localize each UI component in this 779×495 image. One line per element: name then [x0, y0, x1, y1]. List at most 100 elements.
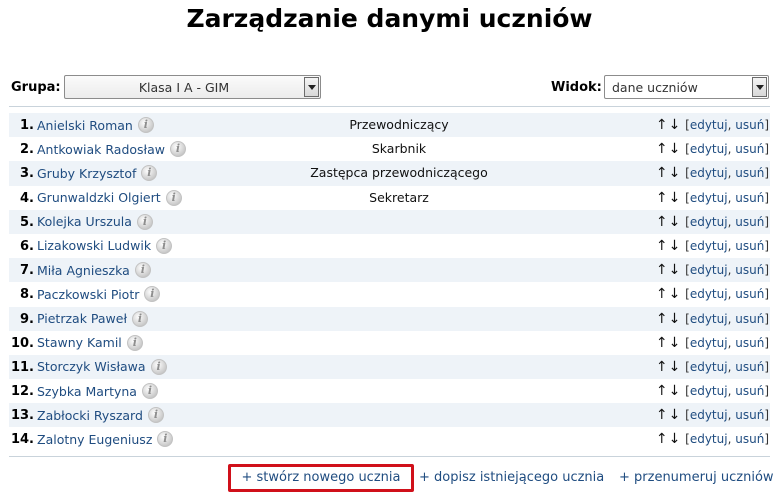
move-down-icon[interactable]: ↓: [669, 117, 681, 133]
student-name-link[interactable]: Kolejka Urszula: [37, 214, 132, 229]
edit-link[interactable]: edytuj: [690, 287, 728, 301]
student-name-link[interactable]: Zalotny Eugeniusz: [37, 432, 152, 447]
move-down-icon[interactable]: ↓: [669, 311, 681, 327]
move-up-icon[interactable]: ↑: [656, 214, 668, 230]
delete-link[interactable]: usuń: [735, 336, 764, 350]
student-name-link[interactable]: Antkowiak Radosław: [37, 142, 165, 157]
info-icon[interactable]: i: [126, 334, 143, 351]
student-name-link[interactable]: Miła Agnieszka: [37, 263, 130, 278]
move-up-icon[interactable]: ↑: [656, 311, 668, 327]
move-up-icon[interactable]: ↑: [656, 335, 668, 351]
info-icon[interactable]: i: [136, 213, 153, 230]
move-down-icon[interactable]: ↓: [669, 141, 681, 157]
student-name-link[interactable]: Szybka Martyna: [37, 384, 137, 399]
move-down-icon[interactable]: ↓: [669, 238, 681, 254]
attach-student-link[interactable]: + dopisz istniejącego ucznia: [419, 470, 604, 485]
delete-link[interactable]: usuń: [735, 166, 764, 180]
move-down-icon[interactable]: ↓: [669, 431, 681, 447]
info-icon[interactable]: i: [147, 407, 164, 424]
move-down-icon[interactable]: ↓: [669, 190, 681, 206]
move-up-icon[interactable]: ↑: [656, 262, 668, 278]
move-up-icon[interactable]: ↑: [656, 359, 668, 375]
student-name-wrap: Antkowiak Radosław i: [37, 141, 186, 158]
student-name-link[interactable]: Stawny Kamil: [37, 335, 122, 350]
delete-link[interactable]: usuń: [735, 263, 764, 277]
move-up-icon[interactable]: ↑: [656, 431, 668, 447]
move-up-icon[interactable]: ↑: [656, 383, 668, 399]
delete-link[interactable]: usuń: [735, 360, 764, 374]
move-down-icon[interactable]: ↓: [669, 335, 681, 351]
move-down-icon[interactable]: ↓: [669, 165, 681, 181]
move-down-icon[interactable]: ↓: [669, 359, 681, 375]
bracket: ]: [764, 166, 769, 181]
info-icon[interactable]: i: [141, 383, 158, 400]
delete-link[interactable]: usuń: [735, 312, 764, 326]
student-name-link[interactable]: Zabłocki Ryszard: [37, 408, 143, 423]
edit-link[interactable]: edytuj: [690, 239, 728, 253]
delete-link[interactable]: usuń: [735, 287, 764, 301]
edit-link[interactable]: edytuj: [690, 312, 728, 326]
student-name-link[interactable]: Anielski Roman: [37, 118, 133, 133]
group-select[interactable]: Klasa I A - GIM: [64, 75, 321, 99]
student-name-link[interactable]: Gruby Krzysztof: [37, 166, 136, 181]
edit-link[interactable]: edytuj: [690, 408, 728, 422]
student-name-link[interactable]: Storczyk Wisława: [37, 359, 146, 374]
bracket: ]: [764, 359, 769, 374]
info-icon[interactable]: i: [165, 189, 182, 206]
delete-link[interactable]: usuń: [735, 408, 764, 422]
edit-link[interactable]: edytuj: [690, 166, 728, 180]
separator: ,: [727, 359, 732, 374]
table-row: 7. Miła Agnieszka i ↑↓ [edytuj, usuń]: [9, 258, 770, 283]
move-up-icon[interactable]: ↑: [656, 141, 668, 157]
move-up-icon[interactable]: ↑: [656, 238, 668, 254]
delete-link[interactable]: usuń: [735, 215, 764, 229]
move-up-icon[interactable]: ↑: [656, 407, 668, 423]
edit-link[interactable]: edytuj: [690, 263, 728, 277]
move-up-icon[interactable]: ↑: [656, 190, 668, 206]
info-icon[interactable]: i: [144, 286, 161, 303]
edit-link[interactable]: edytuj: [690, 215, 728, 229]
move-down-icon[interactable]: ↓: [669, 262, 681, 278]
move-up-icon[interactable]: ↑: [656, 286, 668, 302]
edit-link[interactable]: edytuj: [690, 336, 728, 350]
bracket: ]: [764, 384, 769, 399]
create-student-label: + stwórz nowego ucznia: [241, 470, 401, 485]
edit-link[interactable]: edytuj: [690, 118, 728, 132]
edit-link[interactable]: edytuj: [690, 360, 728, 374]
student-name-link[interactable]: Lizakowski Ludwik: [37, 238, 151, 253]
info-icon[interactable]: i: [132, 310, 149, 327]
delete-link[interactable]: usuń: [735, 118, 764, 132]
move-down-icon[interactable]: ↓: [669, 286, 681, 302]
view-select[interactable]: dane uczniów: [604, 75, 769, 99]
edit-link[interactable]: edytuj: [690, 384, 728, 398]
move-up-icon[interactable]: ↑: [656, 117, 668, 133]
info-icon[interactable]: i: [150, 358, 167, 375]
chevron-down-icon[interactable]: [304, 77, 319, 97]
move-up-icon[interactable]: ↑: [656, 165, 668, 181]
move-down-icon[interactable]: ↓: [669, 407, 681, 423]
info-icon[interactable]: i: [137, 117, 154, 133]
info-icon[interactable]: i: [156, 237, 173, 254]
edit-link[interactable]: edytuj: [690, 191, 728, 205]
delete-link[interactable]: usuń: [735, 432, 764, 446]
info-icon[interactable]: i: [157, 431, 174, 448]
student-name-link[interactable]: Pietrzak Paweł: [37, 311, 127, 326]
move-down-icon[interactable]: ↓: [669, 214, 681, 230]
renumber-students-link[interactable]: + przenumeruj uczniów: [619, 470, 774, 485]
edit-link[interactable]: edytuj: [690, 432, 728, 446]
move-down-icon[interactable]: ↓: [669, 383, 681, 399]
delete-link[interactable]: usuń: [735, 191, 764, 205]
delete-link[interactable]: usuń: [735, 239, 764, 253]
info-icon[interactable]: i: [170, 141, 186, 158]
student-name-link[interactable]: Paczkowski Piotr: [37, 287, 139, 302]
info-icon[interactable]: i: [141, 165, 158, 182]
info-icon[interactable]: i: [134, 262, 151, 279]
student-name-link[interactable]: Grunwaldzki Olgiert: [37, 190, 161, 205]
edit-link[interactable]: edytuj: [690, 142, 728, 156]
delete-link[interactable]: usuń: [735, 142, 764, 156]
row-actions: ↑↓ [edytuj, usuń]: [656, 214, 769, 230]
chevron-down-icon[interactable]: [752, 77, 767, 97]
student-name-wrap: Anielski Roman i: [37, 117, 154, 133]
delete-link[interactable]: usuń: [735, 384, 764, 398]
create-student-button[interactable]: + stwórz nowego ucznia: [228, 464, 414, 492]
